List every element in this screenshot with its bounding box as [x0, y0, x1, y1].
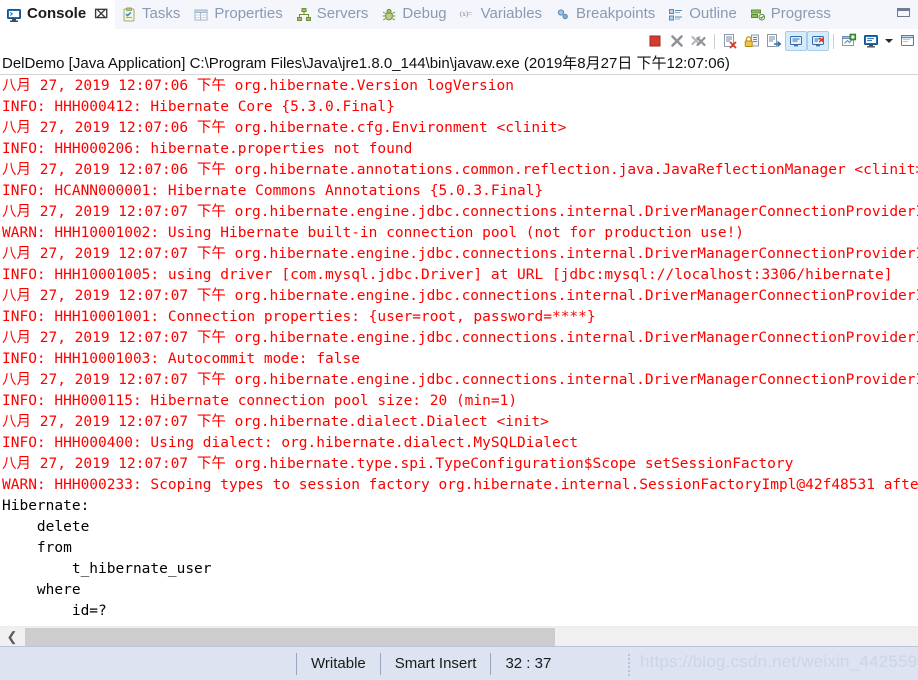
tab-label: Variables: [480, 5, 543, 22]
console-line: INFO: HHH10001005: using driver [com.mys…: [2, 267, 893, 283]
show-console-stderr-button[interactable]: [807, 31, 829, 51]
remove-launch-button[interactable]: [666, 31, 688, 51]
tab-outline[interactable]: Outline: [662, 0, 744, 29]
console-line: INFO: HHH000206: hibernate.properties no…: [2, 141, 413, 157]
eclipse-console-view: Console ⌧ Tasks Properties Servers Debug…: [0, 0, 918, 680]
show-console-stdout-button[interactable]: [785, 31, 807, 51]
tab-progress[interactable]: Progress: [744, 0, 838, 29]
svg-text:(x)=: (x)=: [460, 10, 472, 18]
console-line: INFO: HHH000400: Using dialect: org.hibe…: [2, 435, 579, 451]
console-line: INFO: HCANN000001: Hibernate Commons Ann…: [2, 183, 544, 199]
console-line: WARN: HHH000233: Scoping types to sessio…: [2, 477, 918, 493]
console-line: Hibernate:: [2, 498, 99, 514]
tab-label: Progress: [770, 5, 831, 22]
open-console-button[interactable]: [896, 31, 918, 51]
console-toolbar: [0, 29, 918, 53]
status-bar-resize-grip: [628, 654, 630, 676]
tab-debug[interactable]: Debug: [375, 0, 453, 29]
view-tab-bar: Console ⌧ Tasks Properties Servers Debug…: [0, 0, 918, 29]
tab-label: Servers: [316, 5, 369, 22]
console-line: id=?: [2, 603, 107, 619]
show-console-on-output-button[interactable]: [763, 31, 785, 51]
console-line: 八月 27, 2019 12:07:07 下午 org.hibernate.en…: [2, 246, 918, 262]
debug-icon: [381, 7, 397, 23]
outline-icon: [668, 7, 684, 23]
console-line: from: [2, 540, 72, 556]
terminate-button[interactable]: [644, 31, 666, 51]
tab-label: Properties: [214, 5, 283, 22]
servers-icon: [296, 7, 312, 23]
breakpoints-icon: [555, 7, 571, 23]
console-line: 八月 27, 2019 12:07:06 下午 org.hibernate.Ve…: [2, 78, 514, 94]
console-line: INFO: HHH000115: Hibernate connection po…: [2, 393, 518, 409]
separator: [714, 33, 715, 49]
status-writable: Writable: [296, 652, 380, 675]
status-cursor-position: 32 : 37: [490, 652, 565, 675]
properties-icon: [193, 7, 209, 23]
console-line: INFO: HHH10001003: Autocommit mode: fals…: [2, 351, 360, 367]
console-line: delete: [2, 519, 99, 535]
console-line: 八月 27, 2019 12:07:07 下午 org.hibernate.di…: [2, 414, 549, 430]
console-line: 八月 27, 2019 12:07:07 下午 org.hibernate.ty…: [2, 456, 794, 472]
tab-label: Breakpoints: [576, 5, 656, 22]
title-divider: [0, 74, 918, 75]
console-line: 八月 27, 2019 12:07:06 下午 org.hibernate.an…: [2, 162, 918, 178]
console-line: 八月 27, 2019 12:07:07 下午 org.hibernate.en…: [2, 372, 918, 388]
chevron-down-icon[interactable]: [882, 31, 896, 51]
scrollbar-thumb[interactable]: [25, 628, 555, 646]
variables-icon: (x)=: [460, 7, 476, 23]
console-line: 八月 27, 2019 12:07:07 下午 org.hibernate.en…: [2, 204, 918, 220]
tasks-icon: [121, 7, 137, 23]
console-line: where: [2, 582, 81, 598]
status-insert-mode: Smart Insert: [379, 652, 491, 675]
progress-icon: [750, 7, 766, 23]
tab-label: Console: [27, 5, 87, 22]
console-line: INFO: HHH000412: Hibernate Core {5.3.0.F…: [2, 99, 395, 115]
console-line: 八月 27, 2019 12:07:06 下午 org.hibernate.cf…: [2, 120, 567, 136]
console-line: 八月 27, 2019 12:07:07 下午 org.hibernate.en…: [2, 330, 918, 346]
console-line: t_hibernate_user: [2, 561, 212, 577]
remove-all-launches-button[interactable]: [688, 31, 710, 51]
horizontal-scrollbar[interactable]: ❮: [0, 626, 918, 647]
tab-tasks[interactable]: Tasks: [115, 0, 187, 29]
clear-console-button[interactable]: [719, 31, 741, 51]
console-icon: [6, 7, 22, 23]
tab-label: Outline: [689, 5, 737, 22]
tab-properties[interactable]: Properties: [187, 0, 289, 29]
console-line: INFO: HHH10001001: Connection properties…: [2, 309, 596, 325]
tab-variables[interactable]: (x)= Variables: [454, 0, 549, 29]
tab-servers[interactable]: Servers: [290, 0, 376, 29]
close-icon[interactable]: ⌧: [94, 7, 108, 21]
separator: [833, 33, 834, 49]
console-line: WARN: HHH10001002: Using Hibernate built…: [2, 225, 745, 241]
tab-console[interactable]: Console ⌧: [0, 0, 116, 29]
scroll-lock-button[interactable]: [741, 31, 763, 51]
console-output-area[interactable]: 八月 27, 2019 12:07:06 下午 org.hibernate.Ve…: [0, 76, 918, 622]
scroll-left-arrow-icon[interactable]: ❮: [2, 627, 22, 647]
display-selected-console-button[interactable]: [860, 31, 882, 51]
tab-breakpoints[interactable]: Breakpoints: [549, 0, 662, 29]
tab-label: Tasks: [142, 5, 181, 22]
tab-label: Debug: [402, 5, 447, 22]
launch-configuration-title: DelDemo [Java Application] C:\Program Fi…: [2, 55, 730, 72]
pin-console-button[interactable]: [838, 31, 860, 51]
minimize-icon[interactable]: [897, 8, 910, 17]
console-line: 八月 27, 2019 12:07:07 下午 org.hibernate.en…: [2, 288, 918, 304]
watermark: https://blog.csdn.net/weixin_44255950: [640, 652, 918, 671]
